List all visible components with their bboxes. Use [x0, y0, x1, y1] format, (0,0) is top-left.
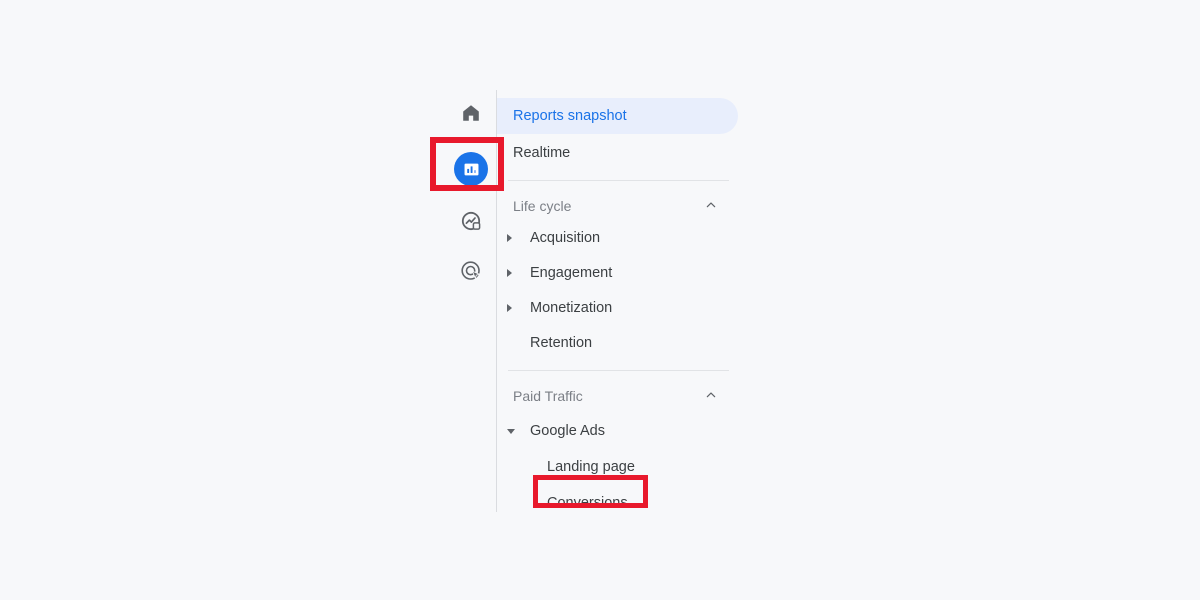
nav-item-reports-snapshot[interactable]: Reports snapshot [497, 98, 738, 134]
rail-item-explore[interactable] [448, 200, 494, 246]
nav-item-retention[interactable]: Retention [497, 326, 747, 360]
rail-item-home[interactable] [448, 92, 494, 138]
navigation-panel: Reports snapshot Realtime Life cycle Acq… [497, 92, 747, 517]
icon-rail [446, 92, 496, 512]
nav-separator [508, 370, 729, 371]
rail-item-reports[interactable] [448, 146, 494, 192]
nav-item-label: Realtime [513, 144, 571, 161]
nav-item-label: Reports snapshot [513, 108, 627, 124]
app-root: Reports snapshot Realtime Life cycle Acq… [0, 0, 1200, 600]
explore-trend-icon [459, 209, 483, 238]
chevron-up-icon[interactable] [703, 197, 719, 216]
advertising-target-icon [459, 259, 483, 288]
nav-item-engagement[interactable]: Engagement [497, 256, 747, 290]
chevron-up-icon[interactable] [703, 387, 719, 406]
chevron-right-icon [507, 269, 512, 277]
nav-item-label: Engagement [530, 264, 613, 281]
home-icon [460, 102, 482, 129]
nav-item-label: Retention [530, 334, 593, 351]
nav-item-monetization[interactable]: Monetization [497, 291, 747, 325]
nav-section-life-cycle[interactable]: Life cycle [497, 191, 733, 221]
chevron-right-icon [507, 304, 512, 312]
nav-item-label: Conversions [547, 494, 628, 511]
nav-separator [508, 180, 729, 181]
nav-section-title: Life cycle [513, 198, 572, 214]
nav-item-label: Acquisition [530, 229, 601, 246]
nav-item-acquisition[interactable]: Acquisition [497, 221, 747, 255]
nav-item-label: Monetization [530, 299, 613, 316]
chevron-down-icon [507, 428, 515, 434]
nav-item-realtime[interactable]: Realtime [497, 136, 747, 170]
nav-item-conversions[interactable]: Conversions [497, 486, 747, 520]
chevron-right-icon [507, 234, 512, 242]
nav-section-title: Paid Traffic [513, 388, 583, 404]
nav-item-google-ads[interactable]: Google Ads [497, 414, 747, 448]
nav-section-paid-traffic[interactable]: Paid Traffic [497, 381, 733, 411]
nav-item-landing-page[interactable]: Landing page [497, 450, 747, 484]
nav-item-label: Landing page [547, 458, 635, 475]
bar-chart-icon [454, 152, 488, 186]
rail-item-advertising[interactable] [448, 250, 494, 296]
nav-item-label: Google Ads [530, 422, 605, 439]
